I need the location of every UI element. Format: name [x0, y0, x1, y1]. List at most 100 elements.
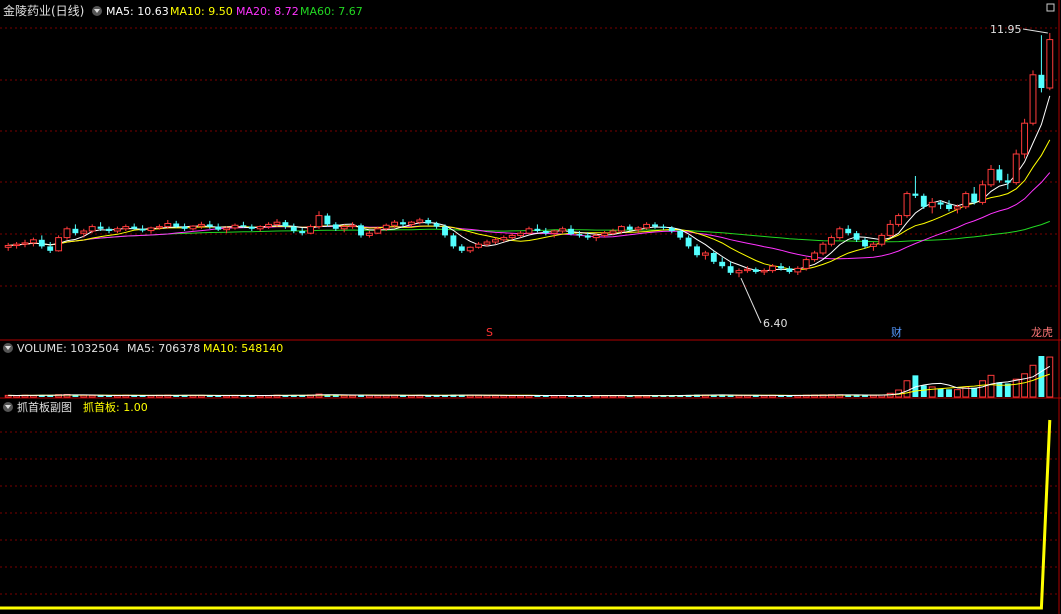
candle[interactable]	[113, 226, 121, 234]
candle[interactable]	[122, 224, 130, 231]
volume-triangle-icon[interactable]	[3, 343, 13, 353]
candle[interactable]	[55, 235, 63, 252]
candle[interactable]	[794, 266, 802, 275]
candle[interactable]	[559, 226, 567, 234]
candle[interactable]	[752, 267, 759, 274]
candle[interactable]	[1046, 33, 1054, 91]
candle[interactable]	[80, 228, 88, 238]
candle[interactable]	[727, 261, 734, 275]
candle[interactable]	[786, 266, 793, 274]
indicator-panel[interactable]: 抓首板副图 抓首板: 1.00	[0, 397, 1061, 610]
candle[interactable]	[853, 231, 860, 242]
candle[interactable]	[1012, 149, 1020, 185]
candle[interactable]	[315, 211, 323, 229]
candle[interactable]	[996, 165, 1003, 183]
candle[interactable]	[903, 191, 911, 218]
candle[interactable]	[862, 237, 868, 249]
candle[interactable]	[349, 222, 357, 229]
candle[interactable]	[979, 180, 987, 205]
candle[interactable]	[962, 191, 970, 209]
candle[interactable]	[181, 223, 188, 231]
candle[interactable]	[946, 200, 952, 212]
candle[interactable]	[290, 223, 297, 234]
candle[interactable]	[987, 165, 995, 187]
candle[interactable]	[1029, 70, 1037, 126]
candle[interactable]	[72, 224, 79, 236]
candle[interactable]	[701, 250, 709, 260]
candle[interactable]	[106, 226, 112, 234]
marker-longhu[interactable]: 龙虎	[1031, 326, 1053, 339]
candle[interactable]	[13, 242, 21, 249]
candle[interactable]	[358, 223, 364, 238]
candle[interactable]	[475, 242, 483, 249]
candle[interactable]	[425, 217, 432, 226]
price-panel[interactable]: 11.95 6.40 S 财 龙虎 金陵药业(日线) MA5: 10.63 MA…	[0, 3, 1058, 339]
candle[interactable]	[407, 220, 415, 227]
candle[interactable]	[719, 257, 726, 269]
candle[interactable]	[307, 224, 315, 235]
candle[interactable]	[827, 235, 835, 247]
candle[interactable]	[1021, 118, 1029, 159]
candle[interactable]	[534, 224, 541, 233]
candle[interactable]	[248, 224, 255, 231]
candle[interactable]	[685, 235, 692, 249]
candle[interactable]	[256, 225, 264, 232]
candle[interactable]	[88, 224, 96, 234]
candle[interactable]	[802, 257, 810, 271]
candle[interactable]	[147, 226, 155, 234]
indicator-triangle-icon[interactable]	[3, 402, 13, 412]
candle[interactable]	[324, 213, 331, 227]
candle[interactable]	[869, 242, 877, 251]
candle[interactable]	[953, 204, 961, 214]
candle[interactable]	[760, 268, 768, 275]
candle[interactable]	[206, 220, 213, 229]
candle[interactable]	[189, 225, 197, 231]
stock-chart[interactable]: 11.95 6.40 S 财 龙虎 金陵药业(日线) MA5: 10.63 MA…	[0, 0, 1061, 614]
candle[interactable]	[886, 220, 894, 238]
candle[interactable]	[525, 226, 533, 235]
candle[interactable]	[365, 231, 373, 238]
candle[interactable]	[895, 213, 903, 227]
candle[interactable]	[458, 244, 465, 253]
candle[interactable]	[215, 223, 222, 231]
candle[interactable]	[47, 242, 54, 253]
candle[interactable]	[282, 220, 289, 229]
close-box-icon[interactable]	[1046, 3, 1055, 12]
candle[interactable]	[400, 219, 406, 227]
candle[interactable]	[491, 237, 499, 245]
candle[interactable]	[819, 242, 827, 256]
candle[interactable]	[836, 226, 844, 240]
candle[interactable]	[131, 223, 138, 230]
candle[interactable]	[1038, 35, 1045, 93]
candle[interactable]	[1004, 173, 1011, 190]
candle[interactable]	[735, 268, 743, 278]
candle[interactable]	[63, 226, 71, 240]
candle[interactable]	[29, 237, 37, 247]
candle[interactable]	[21, 239, 29, 248]
candle[interactable]	[652, 222, 658, 229]
candle[interactable]	[231, 223, 239, 230]
candle[interactable]	[139, 225, 146, 233]
candle[interactable]	[677, 229, 684, 240]
candle[interactable]	[920, 193, 927, 209]
marker-cai[interactable]: 财	[891, 325, 902, 339]
candle[interactable]	[811, 250, 819, 262]
candle[interactable]	[568, 225, 574, 236]
volume-panel[interactable]: VOLUME: 1032504 MA5: 706378 MA10: 548140	[0, 339, 1061, 398]
candle[interactable]	[466, 246, 474, 253]
candle[interactable]	[912, 176, 919, 198]
candle[interactable]	[450, 233, 457, 249]
settings-triangle-icon[interactable]	[92, 6, 102, 16]
candle[interactable]	[332, 222, 339, 231]
candle[interactable]	[38, 235, 45, 249]
candle[interactable]	[878, 233, 886, 247]
candle[interactable]	[928, 198, 936, 214]
candle[interactable]	[197, 221, 205, 229]
candle[interactable]	[542, 227, 549, 236]
marker-s[interactable]: S	[486, 326, 493, 339]
candle[interactable]	[971, 187, 978, 205]
candle[interactable]	[4, 242, 12, 251]
candle[interactable]	[694, 244, 700, 258]
candle[interactable]	[500, 235, 508, 242]
candle[interactable]	[660, 224, 667, 230]
